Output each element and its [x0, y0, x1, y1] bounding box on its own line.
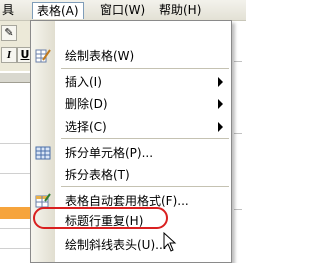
menu-item-label: 拆分表格(T): [65, 168, 130, 182]
pencil-icon: [35, 48, 51, 64]
document-page: [0, 83, 32, 263]
highlight-oval: [33, 207, 168, 229]
margin-mark: [234, 209, 242, 210]
menu-item-label: 选择(C): [65, 120, 107, 134]
submenu-arrow-icon: [218, 122, 223, 132]
table-gridline: [0, 173, 32, 174]
menu-item-label: 拆分单元格(P)...: [65, 146, 154, 160]
menu-item-label: 删除(D): [65, 97, 108, 111]
margin-mark: [234, 133, 242, 134]
menu-separator: [61, 138, 229, 139]
menu-item-label: 插入(I): [65, 75, 102, 89]
menu-separator: [61, 68, 229, 69]
menu-item-draw-table[interactable]: 绘制表格(W): [31, 45, 231, 67]
menu-item-split-cells[interactable]: 拆分单元格(P)...: [31, 142, 231, 164]
menu-item-select[interactable]: 选择(C): [31, 116, 231, 138]
menu-bar: 具 表格(A) 窗口(W) 帮助(H): [0, 0, 246, 21]
menu-table[interactable]: 表格(A): [32, 2, 84, 19]
menu-item-label: 绘制斜线表头(U)...: [65, 238, 167, 252]
split-cells-icon: [35, 145, 51, 161]
table-gridline: [0, 248, 32, 249]
menu-item-split-table[interactable]: 拆分表格(T): [31, 164, 231, 186]
menu-item-draw-diagonal-header[interactable]: 绘制斜线表头(U)...: [31, 234, 231, 256]
brush-icon[interactable]: ✎: [1, 25, 17, 41]
menu-tools-partial[interactable]: 具: [0, 2, 18, 19]
menu-separator: [61, 186, 229, 187]
menu-item-insert[interactable]: 插入(I): [31, 71, 231, 93]
menu-help[interactable]: 帮助(H): [155, 2, 205, 19]
table-gridline: [0, 228, 32, 229]
formatting-toolbar: ✎ I U: [0, 21, 33, 71]
submenu-arrow-icon: [218, 77, 223, 87]
italic-button[interactable]: I: [1, 47, 17, 63]
table-header-row: [0, 207, 32, 219]
menu-item-delete[interactable]: 删除(D): [31, 93, 231, 115]
margin-mark: [234, 61, 242, 62]
menu-item-label: 绘制表格(W): [65, 49, 135, 63]
ruler: [0, 73, 32, 83]
table-gridline: [0, 143, 32, 144]
submenu-arrow-icon: [218, 99, 223, 109]
menu-window[interactable]: 窗口(W): [96, 2, 149, 19]
document-right-margin: [230, 21, 246, 263]
mouse-cursor-icon: [163, 232, 177, 252]
